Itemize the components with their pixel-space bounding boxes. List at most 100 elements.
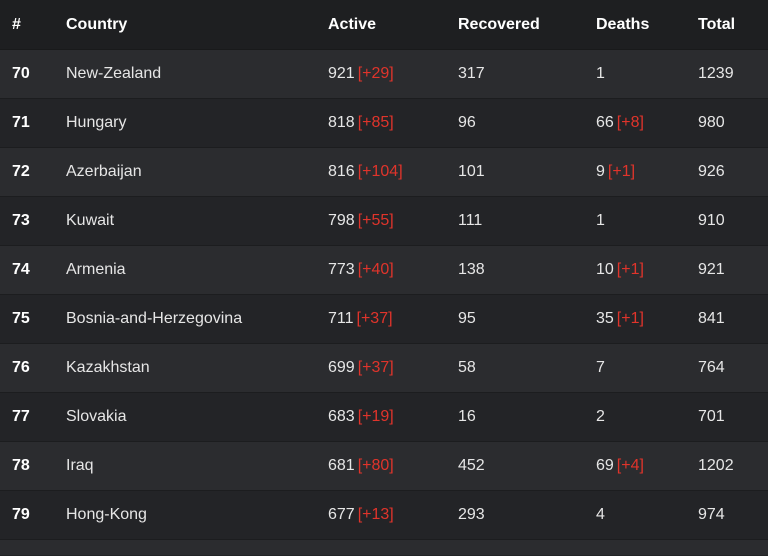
- row-total: 910: [698, 212, 725, 229]
- table-row: 72 Azerbaijan 816 [+104] 101 9 [+1] 926: [0, 148, 768, 197]
- header-active[interactable]: Active: [316, 16, 446, 34]
- deaths-value: 1: [596, 65, 605, 82]
- active-delta: [+19]: [357, 408, 394, 425]
- row-recovered: 101: [458, 163, 485, 180]
- active-value: 773: [328, 261, 355, 278]
- table-row: 77 Slovakia 683 [+19] 16 2 701: [0, 393, 768, 442]
- table-row: 75 Bosnia-and-Herzegovina 711 [+37] 95 35…: [0, 295, 768, 344]
- row-country: Hong-Kong: [66, 506, 147, 523]
- deaths-delta: [+1]: [607, 163, 636, 180]
- row-rank: 73: [12, 212, 30, 229]
- table-row: 74 Armenia 773 [+40] 138 10 [+1] 921: [0, 246, 768, 295]
- header-deaths[interactable]: Deaths: [584, 16, 686, 34]
- row-recovered: 138: [458, 261, 485, 278]
- row-total: 1202: [698, 457, 734, 474]
- active-delta: [+37]: [357, 359, 394, 376]
- active-value: 681: [328, 457, 355, 474]
- active-delta: [+55]: [357, 212, 394, 229]
- row-country: Bosnia-and-Herzegovina: [66, 310, 243, 327]
- stats-table: # Country Active Recovered Deaths Total …: [0, 0, 768, 556]
- row-active: 677 [+13]: [316, 506, 446, 524]
- row-total: 974: [698, 506, 725, 523]
- active-delta: [+80]: [357, 457, 394, 474]
- row-country: New-Zealand: [66, 65, 162, 82]
- active-value: 818: [328, 114, 355, 131]
- deaths-value: 2: [596, 408, 605, 425]
- row-recovered: 452: [458, 457, 485, 474]
- row-country: Hungary: [66, 114, 127, 131]
- row-country: Slovakia: [66, 408, 127, 425]
- row-deaths: 2: [584, 408, 686, 426]
- row-rank: 71: [12, 114, 30, 131]
- row-deaths: 4: [584, 506, 686, 524]
- deaths-delta: [+4]: [616, 457, 644, 474]
- row-recovered: 58: [458, 359, 476, 376]
- active-value: 699: [328, 359, 355, 376]
- row-active: 818 [+85]: [316, 114, 446, 132]
- row-total: 1239: [698, 65, 734, 82]
- row-country: Azerbaijan: [66, 163, 142, 180]
- row-rank: 70: [12, 65, 30, 82]
- deaths-value: 7: [596, 359, 605, 376]
- row-total: 701: [698, 408, 725, 425]
- deaths-delta: [+1]: [616, 310, 644, 327]
- header-recovered[interactable]: Recovered: [446, 16, 584, 34]
- active-delta: [+29]: [357, 65, 394, 82]
- deaths-value: 35: [596, 310, 614, 327]
- row-active: 773 [+40]: [316, 261, 446, 279]
- active-delta: [+40]: [357, 261, 394, 278]
- deaths-value: 66: [596, 114, 614, 131]
- row-country: Armenia: [66, 261, 126, 278]
- row-recovered: 317: [458, 65, 485, 82]
- row-total: 841: [698, 310, 725, 327]
- header-country[interactable]: Country: [54, 16, 316, 34]
- table-row-partial: [0, 540, 768, 555]
- row-deaths: 35 [+1]: [584, 310, 686, 328]
- active-delta: [+13]: [357, 506, 394, 523]
- active-delta: [+104]: [357, 163, 403, 180]
- row-total: 926: [698, 163, 725, 180]
- deaths-value: 69: [596, 457, 614, 474]
- row-recovered: 96: [458, 114, 476, 131]
- table-row: 73 Kuwait 798 [+55] 111 1 910: [0, 197, 768, 246]
- row-deaths: 1: [584, 212, 686, 230]
- row-deaths: 10 [+1]: [584, 261, 686, 279]
- row-active: 798 [+55]: [316, 212, 446, 230]
- active-delta: [+85]: [357, 114, 394, 131]
- row-active: 681 [+80]: [316, 457, 446, 475]
- header-rank[interactable]: #: [0, 16, 54, 34]
- row-recovered: 293: [458, 506, 485, 523]
- row-deaths: 66 [+8]: [584, 114, 686, 132]
- row-deaths: 7: [584, 359, 686, 377]
- row-total: 980: [698, 114, 725, 131]
- table-header: # Country Active Recovered Deaths Total: [0, 0, 768, 50]
- row-active: 921 [+29]: [316, 65, 446, 83]
- table-row: 79 Hong-Kong 677 [+13] 293 4 974: [0, 491, 768, 540]
- deaths-value: 10: [596, 261, 614, 278]
- row-rank: 79: [12, 506, 30, 523]
- active-value: 816: [328, 163, 355, 180]
- active-value: 677: [328, 506, 355, 523]
- active-value: 798: [328, 212, 355, 229]
- active-value: 683: [328, 408, 355, 425]
- row-active: 683 [+19]: [316, 408, 446, 426]
- row-rank: 72: [12, 163, 30, 180]
- row-recovered: 16: [458, 408, 476, 425]
- table-row: 76 Kazakhstan 699 [+37] 58 7 764: [0, 344, 768, 393]
- table-row: 70 New-Zealand 921 [+29] 317 1 1239: [0, 50, 768, 99]
- row-recovered: 111: [458, 212, 483, 229]
- row-deaths: 9 [+1]: [584, 163, 686, 181]
- row-country: Iraq: [66, 457, 94, 474]
- deaths-value: 1: [596, 212, 605, 229]
- row-recovered: 95: [458, 310, 476, 327]
- row-rank: 76: [12, 359, 30, 376]
- row-total: 921: [698, 261, 725, 278]
- active-value: 711: [328, 310, 354, 327]
- row-rank: 77: [12, 408, 30, 425]
- row-rank: 75: [12, 310, 30, 327]
- header-total[interactable]: Total: [686, 16, 768, 34]
- row-deaths: 1: [584, 65, 686, 83]
- row-active: 816 [+104]: [316, 163, 446, 181]
- row-country: Kuwait: [66, 212, 115, 229]
- row-rank: 74: [12, 261, 30, 278]
